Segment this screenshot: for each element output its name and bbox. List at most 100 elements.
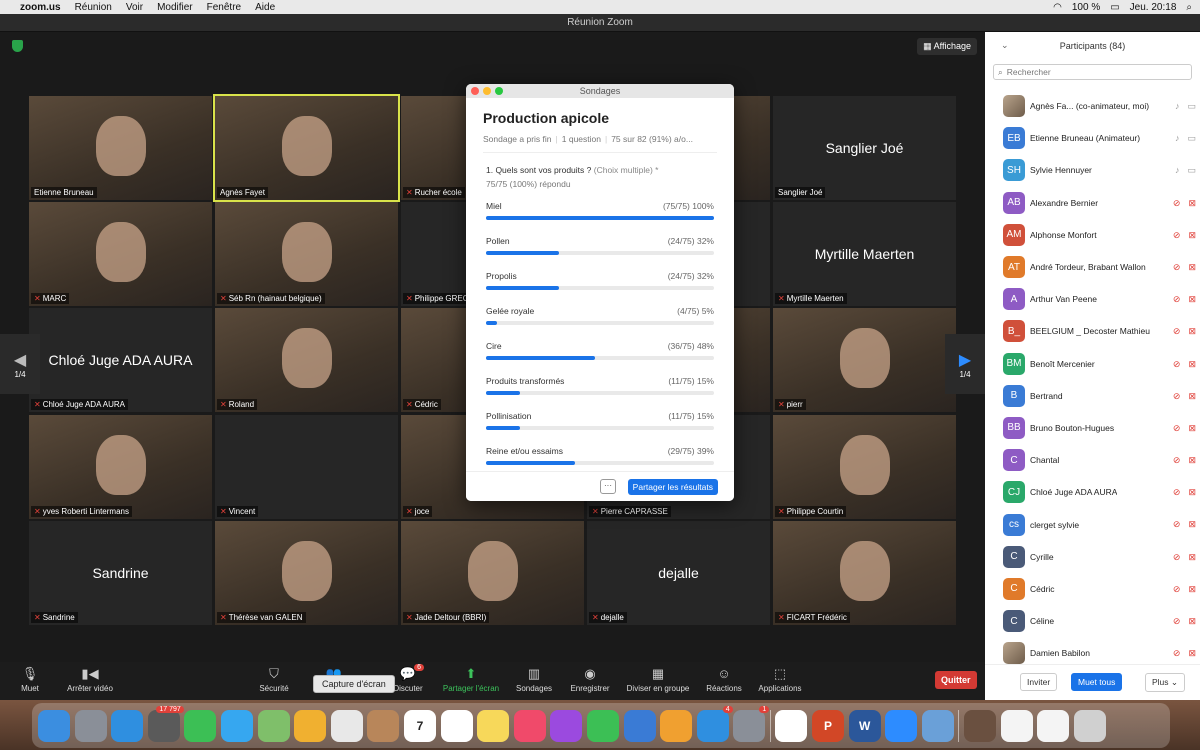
participant-row[interactable]: Agnès Fa... (co-animateur, moi) ♪ ▭ [985, 90, 1200, 122]
wifi-icon[interactable]: ◠ [1053, 2, 1062, 13]
mute-all-button[interactable]: Muet tous [1071, 673, 1123, 691]
finder-icon[interactable] [38, 709, 70, 742]
participant-tile[interactable]: Etienne Bruneau [29, 96, 212, 200]
calendar-icon[interactable]: 7 [403, 709, 436, 742]
mic-muted-icon: ⊘ [1172, 551, 1181, 562]
participant-row[interactable]: C Chantal ⊘ ⊠ [985, 444, 1200, 476]
participant-tile[interactable]: ✕ Philippe Courtin [773, 415, 956, 519]
stop-video-button[interactable]: ▮◀ Arrêter vidéo [60, 666, 120, 693]
view-button[interactable]: ▦ Affichage [917, 38, 977, 55]
chrome-icon[interactable] [775, 709, 808, 742]
participant-tile[interactable]: ✕ Vincent [215, 415, 398, 519]
music-icon[interactable] [513, 709, 546, 742]
participant-row[interactable]: A Arthur Van Peene ⊘ ⊠ [985, 283, 1200, 315]
participant-row[interactable]: AB Alexandre Bernier ⊘ ⊠ [985, 187, 1200, 219]
participant-search-input[interactable]: ⌕ Rechercher [993, 64, 1192, 80]
participant-tile[interactable]: Myrtille Maerten ✕ Myrtille Maerten [773, 202, 956, 306]
participant-tile[interactable]: Agnès Fayet [213, 94, 400, 202]
encryption-shield-icon[interactable] [12, 40, 23, 52]
system-preferences-icon[interactable]: 1 [733, 705, 770, 742]
messages-icon[interactable] [220, 709, 253, 742]
participant-tile[interactable]: ✕ MARC [29, 202, 212, 306]
maps-icon[interactable] [257, 709, 290, 742]
quit-meeting-button[interactable]: Quitter [935, 671, 977, 689]
participant-tile[interactable]: Sanglier Joé Sanglier Joé [773, 96, 956, 200]
participant-row[interactable]: BM Benoît Mercenier ⊘ ⊠ [985, 348, 1200, 380]
zoom-window-icon[interactable] [495, 87, 503, 95]
reactions-button[interactable]: ☺ Réactions [694, 666, 754, 693]
photos-badge-icon[interactable]: 17 797 [147, 705, 184, 742]
participant-tile[interactable]: Chloé Juge ADA AURA ✕ Chloé Juge ADA AURA [29, 308, 212, 412]
trash-icon[interactable] [1073, 709, 1106, 742]
contacts-icon[interactable] [367, 709, 400, 742]
next-page-button[interactable]: ▶ 1/4 [945, 334, 985, 394]
participant-row[interactable]: SH Sylvie Hennuyer ♪ ▭ [985, 154, 1200, 186]
numbers-icon[interactable] [586, 709, 619, 742]
menu-voir[interactable]: Voir [126, 2, 143, 13]
participant-row[interactable]: B Bertrand ⊘ ⊠ [985, 380, 1200, 412]
launchpad-icon[interactable] [74, 709, 107, 742]
share-results-button[interactable]: Partager les résultats [627, 479, 718, 495]
chevron-down-icon[interactable]: ⌄ [1001, 40, 1009, 51]
menu-fenetre[interactable]: Fenêtre [207, 2, 241, 13]
powerpoint-icon[interactable]: P [812, 709, 845, 742]
participant-tile[interactable]: ✕ Roland [215, 308, 398, 412]
menu-reunion[interactable]: Réunion [75, 2, 112, 13]
photos-icon[interactable] [294, 709, 327, 742]
invite-button[interactable]: Inviter [1020, 673, 1058, 691]
notes-icon[interactable] [477, 709, 510, 742]
podcasts-icon[interactable] [550, 709, 583, 742]
participant-row[interactable]: C Céline ⊘ ⊠ [985, 605, 1200, 637]
menubar-clock[interactable]: Jeu. 20:18 [1130, 2, 1177, 13]
share-screen-button[interactable]: ⬆ Partager l'écran [441, 666, 501, 693]
participant-row[interactable]: CJ Chloé Juge ADA AURA ⊘ ⊠ [985, 476, 1200, 508]
battery-icon[interactable]: ▭ [1110, 2, 1119, 13]
document2-icon[interactable] [1037, 709, 1070, 742]
more-button[interactable]: Plus ⌄ [1145, 673, 1186, 692]
pages-icon[interactable] [660, 709, 693, 742]
mute-button[interactable]: 🎙 Muet [0, 666, 60, 693]
apps-button[interactable]: ⬚ Applications [750, 666, 810, 693]
menu-aide[interactable]: Aide [255, 2, 275, 13]
minimize-window-icon[interactable] [483, 87, 491, 95]
participant-tile[interactable]: dejalle ✕ dejalle [587, 521, 770, 625]
participant-row[interactable]: C Cédric ⊘ ⊠ [985, 573, 1200, 605]
participant-tile[interactable]: ✕ Séb Rn (hainaut belgique) [215, 202, 398, 306]
participant-row[interactable]: C Cyrille ⊘ ⊠ [985, 541, 1200, 573]
breakout-rooms-button[interactable]: ▦ Diviser en groupe [620, 666, 696, 693]
search-icon[interactable]: ⌕ [1186, 2, 1192, 13]
keynote-icon[interactable] [623, 709, 656, 742]
document-icon[interactable] [1000, 709, 1033, 742]
participant-tile[interactable]: Sandrine ✕ Sandrine [29, 521, 212, 625]
participant-row[interactable]: AM Alphonse Monfort ⊘ ⊠ [985, 219, 1200, 251]
participant-tile[interactable]: ✕ FICART Frédéric [773, 521, 956, 625]
security-button[interactable]: ⛉ Sécurité [244, 666, 304, 693]
zoom-icon[interactable] [885, 709, 918, 742]
previous-page-button[interactable]: ◀ 1/4 [0, 334, 40, 394]
participant-row[interactable]: cs clerget sylvie ⊘ ⊠ [985, 508, 1200, 540]
preview-icon[interactable] [921, 709, 954, 742]
reminders-icon[interactable] [440, 709, 473, 742]
participant-tile[interactable]: ✕ yves Roberti Lintermans [29, 415, 212, 519]
polls-button[interactable]: ▥ Sondages [504, 666, 564, 693]
participant-row[interactable]: B_ BEELGIUM _ Decoster Mathieu ⊘ ⊠ [985, 315, 1200, 347]
safari-icon[interactable] [111, 709, 144, 742]
menu-app-name[interactable]: zoom.us [20, 2, 61, 13]
appstore-icon[interactable]: 4 [696, 705, 733, 742]
participant-row[interactable]: AT André Tordeur, Brabant Wallon ⊘ ⊠ [985, 251, 1200, 283]
close-window-icon[interactable] [471, 87, 479, 95]
participant-row[interactable]: BB Bruno Bouton-Hugues ⊘ ⊠ [985, 412, 1200, 444]
word-icon[interactable]: W [848, 709, 881, 742]
participant-tile[interactable]: ✕ pierr [773, 308, 956, 412]
menu-modifier[interactable]: Modifier [157, 2, 193, 13]
screenshot-icon[interactable] [330, 709, 363, 742]
participant-tile[interactable]: ✕ Jade Deltour (BBRI) [401, 521, 584, 625]
more-options-button[interactable]: ··· [600, 479, 616, 494]
page-indicator-right: 1/4 [959, 369, 971, 379]
record-button[interactable]: ◉ Enregistrer [560, 666, 620, 693]
participant-row[interactable]: EB Etienne Bruneau (Animateur) ♪ ▭ [985, 122, 1200, 154]
participant-tile[interactable]: ✕ Thérèse van GALEN [215, 521, 398, 625]
downloads-folder-icon[interactable] [964, 709, 997, 742]
facetime-icon[interactable] [184, 709, 217, 742]
shield-icon: ⛉ [269, 666, 279, 681]
